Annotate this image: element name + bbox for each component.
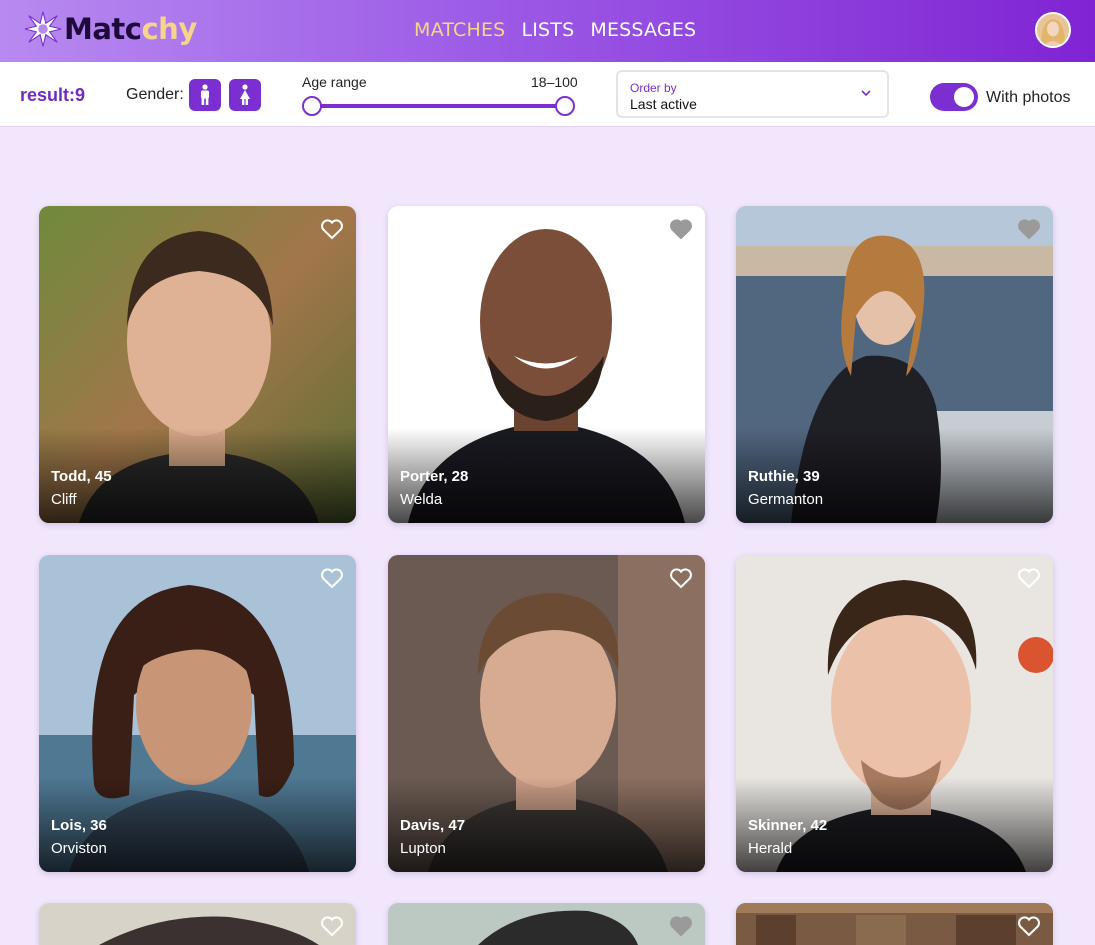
heart-outline-icon[interactable] — [320, 218, 344, 240]
profile-city: Herald — [748, 840, 793, 857]
heart-filled-icon[interactable] — [669, 218, 693, 240]
nav-lists[interactable]: LISTS — [521, 19, 574, 41]
profile-card[interactable]: Skinner, 42 Herald — [736, 555, 1053, 872]
age-range-value: 18–100 — [531, 74, 578, 90]
age-max-handle[interactable] — [555, 96, 575, 116]
gender-female-button[interactable] — [229, 79, 261, 111]
order-by-value: Last active — [630, 96, 697, 112]
profile-card[interactable]: Porter, 28 Welda — [388, 206, 705, 523]
profile-card[interactable] — [388, 903, 705, 945]
age-range-label: Age range — [302, 74, 367, 90]
profile-name: Porter, 28 — [400, 468, 469, 485]
logo-text-part1: Matc — [64, 12, 142, 46]
profile-card[interactable]: Todd, 45 Cliff — [39, 206, 356, 523]
avatar-photo — [1037, 14, 1069, 46]
profile-city: Germanton — [748, 491, 824, 508]
profile-card[interactable] — [39, 903, 356, 945]
heart-filled-icon[interactable] — [1017, 218, 1041, 240]
profile-city: Cliff — [51, 491, 77, 508]
profile-card[interactable]: Ruthie, 39 Germanton — [736, 206, 1053, 523]
profile-name: Ruthie, 39 — [748, 468, 820, 485]
order-by-caption: Order by — [630, 81, 677, 95]
male-icon — [201, 84, 209, 105]
heart-outline-icon[interactable] — [669, 567, 693, 589]
profile-city: Welda — [400, 491, 443, 508]
logo-burst-icon — [24, 11, 62, 47]
gender-male-button[interactable] — [189, 79, 221, 111]
profile-city: Orviston — [51, 840, 107, 857]
heart-outline-icon[interactable] — [1017, 567, 1041, 589]
heart-outline-icon[interactable] — [320, 915, 344, 937]
result-count: result:9 — [20, 85, 86, 105]
logo-text-part2: chy — [141, 12, 197, 46]
profile-card[interactable] — [736, 903, 1053, 945]
nav-messages[interactable]: MESSAGES — [590, 19, 696, 41]
heart-outline-icon[interactable] — [320, 567, 344, 589]
chevron-down-icon — [861, 90, 871, 97]
toggle-knob — [954, 87, 974, 107]
nav-matches[interactable]: MATCHES — [414, 19, 505, 41]
profile-name: Davis, 47 — [400, 817, 466, 834]
profile-photo — [388, 903, 705, 945]
female-icon — [240, 84, 250, 105]
main-nav: MATCHES LISTS MESSAGES — [414, 19, 696, 41]
order-by-select[interactable]: Order by Last active — [616, 70, 889, 118]
profile-name: Lois, 36 — [51, 817, 107, 834]
user-avatar[interactable] — [1035, 12, 1071, 48]
profile-card[interactable]: Davis, 47 Lupton — [388, 555, 705, 872]
profile-name: Skinner, 42 — [748, 817, 828, 834]
gender-label: Gender: — [126, 86, 184, 103]
with-photos-toggle[interactable] — [930, 83, 978, 111]
heart-outline-icon[interactable] — [1017, 915, 1041, 937]
age-min-handle[interactable] — [302, 96, 322, 116]
profile-card[interactable]: Lois, 36 Orviston — [39, 555, 356, 872]
profile-name: Todd, 45 — [51, 468, 112, 485]
with-photos-label: With photos — [986, 89, 1071, 106]
heart-filled-icon[interactable] — [669, 915, 693, 937]
age-range-track[interactable] — [312, 104, 565, 108]
app-logo[interactable]: Matcchy — [24, 10, 197, 48]
top-navbar: Matcchy MATCHES LISTS MESSAGES — [0, 0, 1095, 62]
filter-bar: result:9 Gender: Age range 18–100 Order … — [0, 62, 1095, 127]
profile-photo — [736, 903, 1053, 945]
profile-city: Lupton — [400, 840, 446, 857]
profile-photo — [39, 903, 356, 945]
